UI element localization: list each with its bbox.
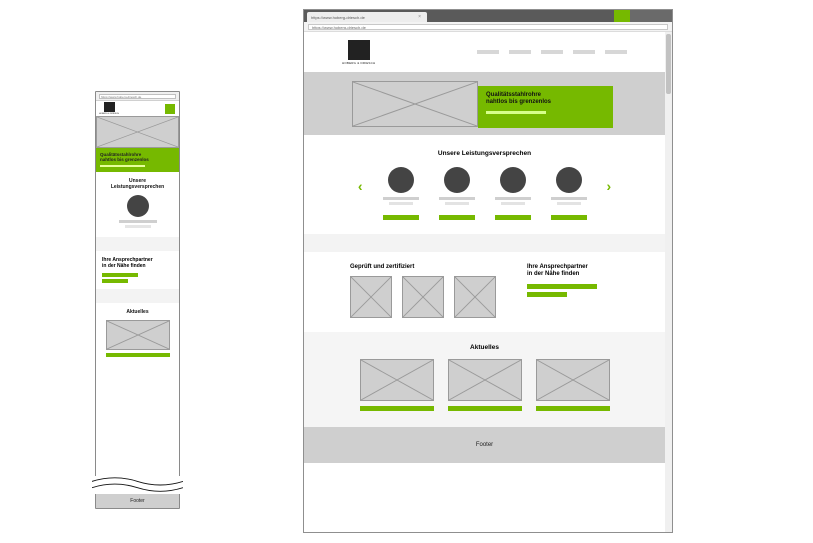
nav-item[interactable] bbox=[477, 50, 499, 54]
hero-line2: nahtlos bis grenzenlos bbox=[100, 157, 175, 162]
hero-callout: Qualitätsstahlrohre nahtlos bis grenzenl… bbox=[96, 148, 179, 172]
news-caption bbox=[360, 406, 434, 411]
news-heading: Aktuelles bbox=[102, 309, 173, 315]
contact-bar-1[interactable] bbox=[527, 284, 597, 289]
mobile-url-bar: https://www.hoberg-driesch.de bbox=[96, 92, 179, 101]
news-section: Aktuelles bbox=[304, 332, 665, 427]
services-heading: Unsere Leistungsversprechen bbox=[304, 150, 665, 157]
page-break-indicator bbox=[92, 476, 183, 494]
browser-tab[interactable]: https://www.hoberg-driesch.de × bbox=[307, 12, 427, 22]
certified-contact-section: Geprüft und zertifiziert Ihre Ansprechpa… bbox=[304, 252, 665, 332]
carousel-prev-icon[interactable]: ‹ bbox=[358, 179, 363, 193]
site-header: HOBERG & DRIESCH bbox=[304, 32, 665, 72]
carousel-next-icon[interactable]: › bbox=[607, 179, 612, 193]
news-image bbox=[536, 359, 610, 401]
certified-heading: Geprüft und zertifiziert bbox=[350, 264, 497, 270]
service-icon bbox=[556, 167, 582, 193]
contact-section-mobile: Ihre Ansprechpartner in der Nähe finden bbox=[96, 251, 179, 289]
scrollbar[interactable] bbox=[665, 32, 672, 532]
contact-block: Ihre Ansprechpartner in der Nähe finden bbox=[527, 264, 619, 318]
services-section-mobile: UnsereLeistungsversprechen bbox=[96, 172, 179, 237]
hero-image-placeholder bbox=[352, 81, 478, 127]
news-item[interactable] bbox=[360, 359, 434, 411]
service-item-sublabel bbox=[125, 225, 151, 228]
nav-item[interactable] bbox=[509, 50, 531, 54]
hero-section: Qualitätsstahlrohre nahtlos bis grenzenl… bbox=[304, 72, 665, 135]
news-image bbox=[448, 359, 522, 401]
titlebar-accent bbox=[614, 10, 630, 22]
certificate-image[interactable] bbox=[350, 276, 392, 318]
certificate-image[interactable] bbox=[454, 276, 496, 318]
section-divider bbox=[96, 289, 179, 303]
contact-bar-2[interactable] bbox=[527, 292, 567, 297]
logo[interactable]: HOBERG & DRIESCH bbox=[342, 40, 375, 65]
logo-icon bbox=[104, 102, 115, 112]
service-icon bbox=[500, 167, 526, 193]
hero-line2: nahtlos bis grenzenlos bbox=[486, 99, 605, 106]
section-divider bbox=[304, 234, 665, 252]
service-cta[interactable] bbox=[495, 215, 531, 220]
url-field[interactable]: https://www.hoberg-driesch.de bbox=[308, 24, 668, 30]
certificate-image[interactable] bbox=[402, 276, 444, 318]
logo-text: HOBERG & DRIESCH bbox=[342, 61, 375, 65]
news-image bbox=[360, 359, 434, 401]
news-caption bbox=[448, 406, 522, 411]
service-cta[interactable] bbox=[551, 215, 587, 220]
news-item[interactable] bbox=[536, 359, 610, 411]
hero-callout: Qualitätsstahlrohre nahtlos bis grenzenl… bbox=[478, 86, 613, 128]
service-icon bbox=[388, 167, 414, 193]
services-heading: UnsereLeistungsversprechen bbox=[101, 178, 174, 190]
section-divider bbox=[96, 237, 179, 251]
browser-url-bar: https://www.hoberg-driesch.de bbox=[304, 22, 672, 32]
contact-bar-1[interactable] bbox=[102, 273, 138, 277]
service-icon bbox=[444, 167, 470, 193]
mobile-header: HOBERG & DRIESCH bbox=[96, 101, 179, 116]
news-section-mobile: Aktuelles bbox=[96, 303, 179, 361]
nav-item[interactable] bbox=[573, 50, 595, 54]
footer-desktop: Footer bbox=[304, 427, 665, 463]
hero-line1: Qualitätsstahlrohre bbox=[486, 92, 605, 99]
service-item[interactable] bbox=[495, 167, 531, 205]
news-item[interactable] bbox=[448, 359, 522, 411]
logo-text: HOBERG & DRIESCH bbox=[99, 113, 119, 115]
contact-bar-2[interactable] bbox=[102, 279, 128, 283]
tab-title: https://www.hoberg-driesch.de bbox=[311, 15, 414, 20]
hamburger-menu-button[interactable] bbox=[165, 104, 175, 114]
service-item-label bbox=[119, 220, 157, 223]
hero-cta-bar[interactable] bbox=[100, 165, 145, 167]
page-content: HOBERG & DRIESCH Qualitätsstahlrohre nah… bbox=[304, 32, 665, 532]
contact-heading-line2: in der Nähe finden bbox=[102, 263, 173, 269]
service-cta[interactable] bbox=[383, 215, 419, 220]
service-item[interactable] bbox=[439, 167, 475, 205]
window-controls[interactable] bbox=[630, 10, 672, 22]
mobile-wireframe: https://www.hoberg-driesch.de HOBERG & D… bbox=[95, 91, 180, 509]
logo-icon bbox=[348, 40, 370, 60]
news-heading: Aktuelles bbox=[350, 344, 619, 351]
logo[interactable]: HOBERG & DRIESCH bbox=[100, 102, 118, 115]
services-carousel: ‹ › bbox=[304, 167, 665, 205]
service-item[interactable] bbox=[551, 167, 587, 205]
footer-mobile: Footer bbox=[96, 494, 179, 508]
hero-cta-bar[interactable] bbox=[486, 111, 546, 114]
nav-item[interactable] bbox=[605, 50, 627, 54]
contact-heading-line2: in der Nähe finden bbox=[527, 271, 619, 278]
nav-item[interactable] bbox=[541, 50, 563, 54]
primary-nav bbox=[477, 50, 627, 54]
service-cta[interactable] bbox=[439, 215, 475, 220]
close-icon[interactable]: × bbox=[418, 14, 421, 20]
service-item-icon bbox=[127, 195, 149, 217]
service-cta-row bbox=[304, 215, 665, 220]
service-item[interactable] bbox=[383, 167, 419, 205]
news-item-caption bbox=[106, 353, 170, 357]
certified-block: Geprüft und zertifiziert bbox=[350, 264, 497, 318]
mobile-url-field[interactable]: https://www.hoberg-driesch.de bbox=[99, 94, 176, 99]
hero-image-placeholder bbox=[96, 116, 179, 148]
browser-title-bar: https://www.hoberg-driesch.de × bbox=[304, 10, 672, 22]
news-item-image[interactable] bbox=[106, 320, 170, 350]
contact-heading-line1: Ihre Ansprechpartner bbox=[527, 264, 619, 271]
desktop-wireframe: https://www.hoberg-driesch.de × https://… bbox=[303, 9, 673, 533]
scrollbar-thumb[interactable] bbox=[666, 34, 671, 94]
services-section: Unsere Leistungsversprechen ‹ › bbox=[304, 135, 665, 234]
news-caption bbox=[536, 406, 610, 411]
